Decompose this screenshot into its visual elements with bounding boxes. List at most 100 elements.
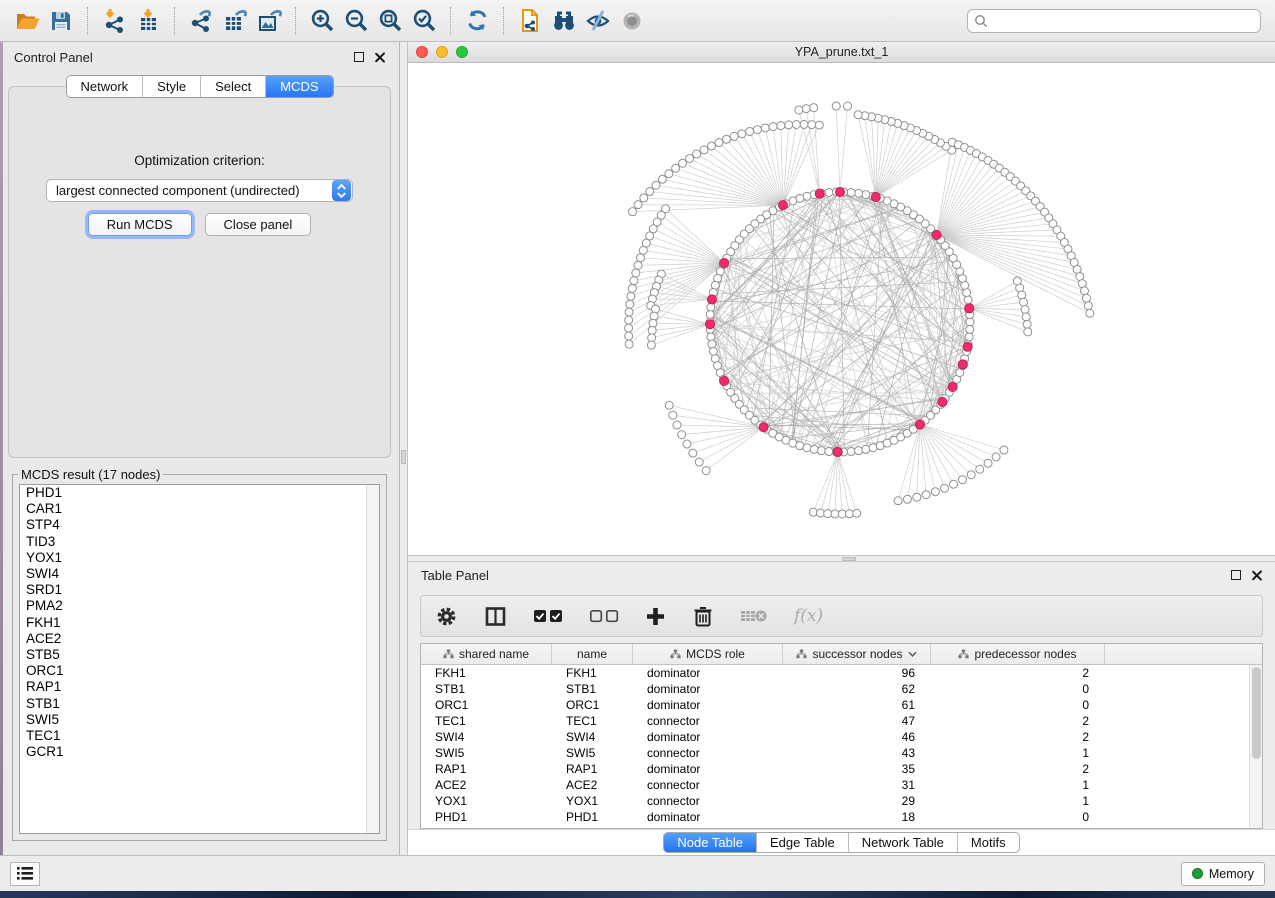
column-header-shared-name[interactable]: shared name <box>421 644 552 664</box>
network-node[interactable] <box>730 132 738 140</box>
tab-edge-table[interactable]: Edge Table <box>757 833 849 852</box>
network-node[interactable] <box>639 246 647 254</box>
import-table-button[interactable] <box>131 5 165 37</box>
mcds-network-node[interactable] <box>915 420 924 429</box>
network-node[interactable] <box>625 316 633 324</box>
close-panel-icon[interactable] <box>1251 570 1262 581</box>
export-network-button[interactable] <box>184 5 218 37</box>
network-node[interactable] <box>669 411 677 419</box>
mcds-result-item[interactable]: YOX1 <box>20 550 379 566</box>
network-node[interactable] <box>1024 328 1032 336</box>
zoom-in-button[interactable] <box>305 5 339 37</box>
network-node[interactable] <box>679 159 687 167</box>
split-columns-button[interactable] <box>484 605 507 628</box>
network-node[interactable] <box>1000 446 1008 454</box>
mcds-result-item[interactable]: PMA2 <box>20 598 379 614</box>
tab-style[interactable]: Style <box>143 76 201 97</box>
mcds-network-node[interactable] <box>938 397 947 406</box>
table-row[interactable]: STB1STB1dominator620 <box>421 681 1262 697</box>
table-row[interactable]: TEC1TEC1connector472 <box>421 713 1262 729</box>
network-node[interactable] <box>629 208 637 216</box>
network-node[interactable] <box>634 201 642 209</box>
network-node[interactable] <box>922 491 930 499</box>
splitter-grip[interactable] <box>401 450 406 464</box>
search-binoculars-button[interactable] <box>547 5 581 37</box>
mcds-network-node[interactable] <box>720 258 729 267</box>
network-node[interactable] <box>832 102 840 110</box>
tab-network[interactable]: Network <box>66 76 143 97</box>
network-node[interactable] <box>825 448 833 456</box>
network-node[interactable] <box>1023 320 1031 328</box>
network-node[interactable] <box>625 340 633 348</box>
mcds-result-item[interactable]: RAP1 <box>20 679 379 695</box>
mcds-network-node[interactable] <box>705 320 714 329</box>
delete-column-button[interactable] <box>692 605 714 628</box>
network-node[interactable] <box>992 453 1000 461</box>
network-node[interactable] <box>825 188 833 196</box>
network-node[interactable] <box>753 126 761 134</box>
horizontal-splitter[interactable] <box>408 555 1275 562</box>
network-node[interactable] <box>903 495 911 503</box>
network-node[interactable] <box>853 509 861 517</box>
network-node[interactable] <box>966 325 974 333</box>
select-all-rows-button[interactable] <box>533 608 563 624</box>
network-node[interactable] <box>958 476 966 484</box>
network-node[interactable] <box>808 121 816 129</box>
network-node[interactable] <box>686 154 694 162</box>
network-node[interactable] <box>648 334 656 342</box>
network-node[interactable] <box>855 189 863 197</box>
import-network-button[interactable] <box>97 5 131 37</box>
network-node[interactable] <box>646 187 654 195</box>
network-node[interactable] <box>913 493 921 501</box>
mcds-result-item[interactable]: GCR1 <box>20 744 379 760</box>
network-node[interactable] <box>1020 298 1028 306</box>
network-node[interactable] <box>693 150 701 158</box>
add-column-button[interactable] <box>645 606 666 627</box>
network-search-box[interactable] <box>967 9 1261 33</box>
network-node[interactable] <box>625 308 633 316</box>
network-node[interactable] <box>626 300 634 308</box>
network-graph[interactable] <box>408 63 1275 555</box>
network-node[interactable] <box>665 401 673 409</box>
network-node[interactable] <box>738 130 746 138</box>
network-node[interactable] <box>672 164 680 172</box>
column-header-name[interactable]: name <box>552 644 633 664</box>
network-node[interactable] <box>777 122 785 130</box>
mcds-result-item[interactable]: STP4 <box>20 517 379 533</box>
apply-function-button[interactable]: f(x) <box>794 606 823 626</box>
tab-network-table[interactable]: Network Table <box>849 833 958 852</box>
network-node[interactable] <box>810 445 818 453</box>
network-view[interactable] <box>408 63 1275 555</box>
close-panel-button[interactable]: Close panel <box>205 213 312 236</box>
network-node[interactable] <box>1086 309 1094 317</box>
mcds-network-node[interactable] <box>815 189 824 198</box>
mcds-result-item[interactable]: SWI4 <box>20 566 379 582</box>
mcds-network-node[interactable] <box>720 376 729 385</box>
network-node[interactable] <box>862 191 870 199</box>
vertical-splitter[interactable] <box>400 42 408 855</box>
network-node[interactable] <box>854 111 862 119</box>
network-node[interactable] <box>723 135 731 143</box>
network-node[interactable] <box>1022 313 1030 321</box>
network-node[interactable] <box>625 332 633 340</box>
network-node[interactable] <box>967 471 975 479</box>
network-node[interactable] <box>702 467 710 475</box>
network-node[interactable] <box>966 318 974 326</box>
network-node[interactable] <box>707 333 715 341</box>
network-node[interactable] <box>1080 287 1088 295</box>
mcds-result-item[interactable]: TEC1 <box>20 728 379 744</box>
network-node[interactable] <box>862 445 870 453</box>
network-node[interactable] <box>706 311 714 319</box>
mcds-network-node[interactable] <box>707 295 716 304</box>
network-node[interactable] <box>642 239 650 247</box>
mcds-result-item[interactable]: SRD1 <box>20 582 379 598</box>
deselect-all-rows-button[interactable] <box>589 608 619 624</box>
table-settings-button[interactable] <box>435 605 458 628</box>
mcds-network-node[interactable] <box>948 382 957 391</box>
network-node[interactable] <box>700 146 708 154</box>
mcds-network-node[interactable] <box>932 230 941 239</box>
save-session-button[interactable] <box>44 5 78 37</box>
close-panel-icon[interactable] <box>374 52 385 63</box>
network-node[interactable] <box>950 480 958 488</box>
network-node[interactable] <box>1082 294 1090 302</box>
